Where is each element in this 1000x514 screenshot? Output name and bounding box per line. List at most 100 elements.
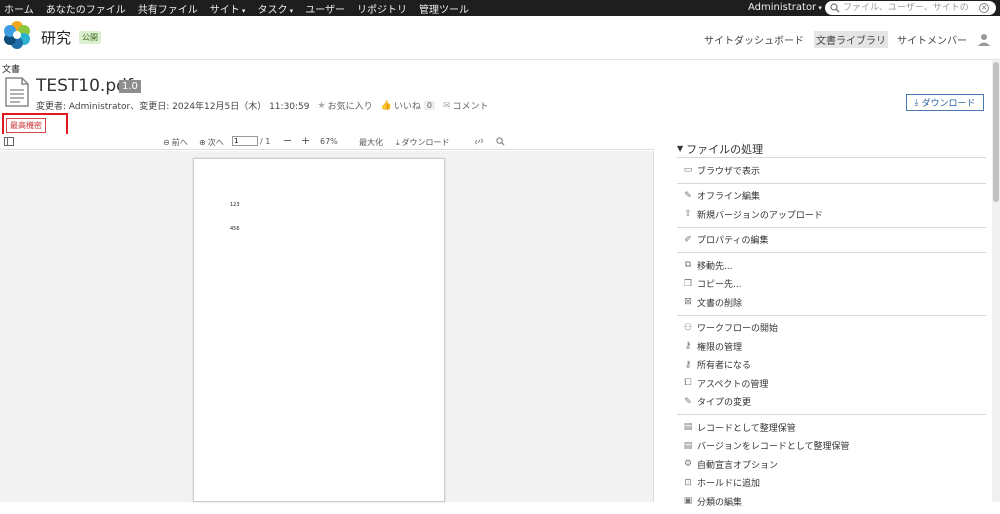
actions-group-manage: ⚇ ワークフローの開始 ⚷ 権限の管理 ⚷ 所有者になる ⧠ アスペクトの管理 … bbox=[677, 314, 986, 415]
actions-group-records: ▤ レコードとして整理保管 ▤ バージョンをレコードとして整理保管 ⚙ 自動宣言… bbox=[677, 414, 986, 514]
document-meta: 変更者: Administrator、変更日: 2024年12月5日（木） 11… bbox=[36, 99, 489, 113]
action-upload-new-version[interactable]: ⇪ 新規バージョンのアップロード bbox=[677, 205, 986, 224]
favorite-link[interactable]: ★ お気に入り bbox=[318, 99, 373, 113]
nav-my-files[interactable]: あなたのファイル bbox=[40, 1, 132, 16]
clear-search-icon[interactable]: ✕ bbox=[979, 3, 989, 13]
arrow-down-circle-icon: ⊕ bbox=[199, 138, 206, 147]
action-delete-document[interactable]: ⊠ 文書の削除 bbox=[677, 293, 986, 312]
action-view-in-browser[interactable]: ▭ ブラウザで表示 bbox=[677, 161, 986, 180]
modified-info: 変更者: Administrator、変更日: 2024年12月5日（木） 11… bbox=[36, 102, 310, 112]
download-button-label: ダウンロード bbox=[921, 99, 976, 109]
document-viewer[interactable]: 123 456 bbox=[0, 151, 654, 502]
action-label: タイプの変更 bbox=[697, 398, 752, 409]
action-start-workflow[interactable]: ⚇ ワークフローの開始 bbox=[677, 319, 986, 338]
key-icon: ⚷ bbox=[684, 341, 692, 352]
zoom-level[interactable]: 67% bbox=[320, 137, 338, 146]
zoom-in-icon[interactable]: + bbox=[301, 134, 310, 147]
key-icon: ⚷ bbox=[684, 359, 692, 370]
action-copy-to[interactable]: ❐ コピー先... bbox=[677, 275, 986, 294]
global-search: ✕ bbox=[825, 1, 996, 15]
site-title[interactable]: 研究 bbox=[41, 27, 71, 48]
action-manage-permissions[interactable]: ⚷ 権限の管理 bbox=[677, 337, 986, 356]
download-icon: ⤓ bbox=[914, 97, 919, 108]
site-nav-document-library[interactable]: 文書ライブラリ bbox=[814, 31, 888, 48]
prev-page-button[interactable]: ⊖ 前へ bbox=[163, 137, 188, 148]
action-label: アスペクトの管理 bbox=[697, 379, 769, 390]
action-label: 自動宣言オプション bbox=[697, 460, 779, 471]
action-label: ホールドに追加 bbox=[697, 479, 761, 490]
viewer-toolbar: ⊖ 前へ ⊕ 次へ / 1 − + 67% 最大化 ⤓ ダウンロード bbox=[0, 134, 654, 150]
nav-shared-files[interactable]: 共有ファイル bbox=[132, 1, 204, 16]
action-label: レコードとして整理保管 bbox=[697, 423, 796, 434]
nav-sites[interactable]: サイト bbox=[204, 1, 252, 16]
action-label: 新規バージョンのアップロード bbox=[697, 210, 823, 221]
comment-icon: ✉ bbox=[442, 100, 451, 111]
action-label: コピー先... bbox=[697, 280, 742, 291]
action-label: ブラウザで表示 bbox=[697, 166, 761, 177]
pdf-page: 123 456 bbox=[193, 158, 445, 502]
sidebar-toggle-icon[interactable] bbox=[4, 137, 14, 146]
next-page-button[interactable]: ⊕ 次へ bbox=[199, 137, 224, 148]
page-number-input[interactable] bbox=[232, 136, 258, 146]
nav-people[interactable]: ユーザー bbox=[299, 1, 351, 16]
upload-icon: ⇪ bbox=[684, 209, 692, 220]
download-button[interactable]: ⤓ ダウンロード bbox=[906, 94, 984, 111]
action-label: プロパティの編集 bbox=[697, 236, 769, 247]
search-input[interactable] bbox=[841, 2, 975, 14]
nav-repository[interactable]: リポジトリ bbox=[351, 1, 413, 16]
nav-admin-tools[interactable]: 管理ツール bbox=[413, 1, 475, 16]
document-actions-panel: ▼ ファイルの処理 ▭ ブラウザで表示 ✎ オフライン編集 ⇪ 新規バージョンの… bbox=[677, 140, 986, 514]
search-icon[interactable] bbox=[829, 2, 841, 14]
action-change-type[interactable]: ✎ タイプの変更 bbox=[677, 393, 986, 412]
nav-home[interactable]: ホーム bbox=[0, 1, 40, 16]
action-manage-aspects[interactable]: ⧠ アスペクトの管理 bbox=[677, 374, 986, 393]
find-search-icon[interactable] bbox=[496, 137, 505, 146]
browser-icon: ▭ bbox=[683, 165, 693, 176]
actions-group-view: ▭ ブラウザで表示 bbox=[677, 157, 986, 183]
action-declare-version-record[interactable]: ▤ バージョンをレコードとして整理保管 bbox=[677, 437, 986, 456]
version-badge: 1.0 bbox=[119, 80, 141, 93]
action-declare-record[interactable]: ▤ レコードとして整理保管 bbox=[677, 418, 986, 437]
record-icon: ▤ bbox=[683, 440, 693, 451]
user-menu[interactable]: Administrator bbox=[748, 0, 822, 16]
action-take-ownership[interactable]: ⚷ 所有者になる bbox=[677, 356, 986, 375]
page-selector: / 1 bbox=[232, 136, 270, 146]
breadcrumb[interactable]: 文書 bbox=[2, 62, 20, 75]
page-scrollbar[interactable] bbox=[992, 60, 1000, 502]
scrollbar-thumb[interactable] bbox=[993, 62, 999, 202]
actions-group-edit: ✎ オフライン編集 ⇪ 新規バージョンのアップロード bbox=[677, 182, 986, 227]
alfresco-logo bbox=[4, 21, 30, 49]
hold-icon: ⊡ bbox=[684, 477, 692, 488]
action-move-to[interactable]: ⧉ 移動先... bbox=[677, 256, 986, 275]
like-link[interactable]: 👍 いいね 0 bbox=[381, 99, 435, 112]
site-header: 研究 公開 サイトダッシュボード 文書ライブラリ サイトメンバー ▾ bbox=[0, 16, 1000, 60]
actions-group-properties: ✐ プロパティの編集 bbox=[677, 226, 986, 253]
actions-title: ファイルの処理 bbox=[686, 142, 764, 156]
add-user-icon[interactable] bbox=[977, 33, 991, 47]
move-icon: ⧉ bbox=[684, 260, 692, 271]
page-text-line: 123 bbox=[230, 202, 240, 208]
actions-panel-header[interactable]: ▼ ファイルの処理 bbox=[677, 140, 986, 157]
thumbs-up-icon: 👍 bbox=[380, 100, 392, 111]
maximize-button[interactable]: 最大化 bbox=[359, 137, 383, 148]
action-auto-declare-options[interactable]: ⚙ 自動宣言オプション bbox=[677, 455, 986, 474]
site-visibility-badge: 公開 bbox=[79, 31, 101, 44]
comment-link[interactable]: ✉ コメント bbox=[442, 99, 489, 113]
action-edit-classification[interactable]: ▣ 分類の編集 bbox=[677, 492, 986, 511]
viewer-download-button[interactable]: ⤓ ダウンロード bbox=[396, 137, 450, 148]
top-navigation-bar: ホーム あなたのファイル 共有ファイル サイト タスク ユーザー リポジトリ 管… bbox=[0, 0, 1000, 16]
action-edit-offline[interactable]: ✎ オフライン編集 bbox=[677, 187, 986, 206]
site-nav-dashboard[interactable]: サイトダッシュボード bbox=[704, 32, 804, 47]
link-icon[interactable] bbox=[474, 137, 484, 146]
arrow-up-circle-icon: ⊖ bbox=[163, 138, 170, 147]
next-page-label: 次へ bbox=[207, 138, 224, 147]
action-add-to-hold[interactable]: ⊡ ホールドに追加 bbox=[677, 474, 986, 493]
nav-tasks[interactable]: タスク bbox=[251, 1, 299, 16]
page-total: / 1 bbox=[260, 136, 271, 146]
action-edit-properties[interactable]: ✐ プロパティの編集 bbox=[677, 231, 986, 250]
zoom-out-icon[interactable]: − bbox=[283, 134, 292, 147]
aspects-icon: ⧠ bbox=[684, 378, 692, 389]
action-label: オフライン編集 bbox=[697, 192, 761, 203]
site-nav-members[interactable]: サイトメンバー bbox=[897, 32, 967, 47]
viewer-download-label: ダウンロード bbox=[401, 138, 450, 147]
